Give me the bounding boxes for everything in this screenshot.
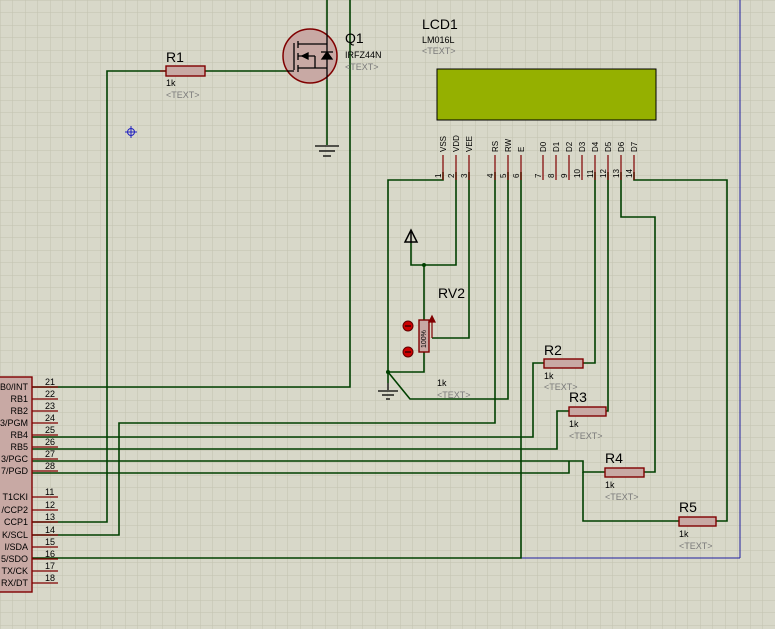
rv2-ref: RV2 — [438, 285, 465, 301]
mcu-pin-name: B0/INT — [0, 382, 28, 392]
lcd-pin-number: 10 — [573, 169, 582, 178]
lcd-pin-name: RS — [491, 141, 500, 152]
q1-text: <TEXT> — [345, 62, 379, 72]
mcu-pin-name: 3/PGC — [1, 454, 29, 464]
rv2-text: <TEXT> — [437, 390, 471, 400]
mcu-pin-name: CCP1 — [4, 517, 28, 527]
mcu-pin-number: 23 — [45, 401, 55, 411]
mcu-pin-name: T1CKI — [2, 492, 28, 502]
lcd-pin-number: 5 — [499, 173, 508, 178]
lcd-pin-number: 1 — [434, 173, 443, 178]
lcd-pin-name: D6 — [617, 141, 626, 152]
lcd-pin-name: E — [517, 147, 526, 152]
r2-ref: R2 — [544, 342, 562, 358]
mcu-pin-name: RB2 — [10, 406, 28, 416]
lcd-pin-number: 14 — [625, 169, 634, 178]
r3-ref: R3 — [569, 389, 587, 405]
lcd-pin-name: D0 — [539, 141, 548, 152]
mcu-pin-name: RX/DT — [1, 578, 29, 588]
mcu-pin-name: 3/PGM — [0, 418, 28, 428]
rv2-value: 1k — [437, 378, 447, 388]
r4-value: 1k — [605, 480, 615, 490]
mcu-pin-number: 28 — [45, 461, 55, 471]
mcu-pin-name: 7/PGD — [1, 466, 29, 476]
r4-ref: R4 — [605, 450, 623, 466]
lcd-pin-number: 7 — [534, 173, 543, 178]
mcu-pin-name: RB5 — [10, 442, 28, 452]
lcd-ref: LCD1 — [422, 16, 458, 32]
r3-text: <TEXT> — [569, 431, 603, 441]
lcd-pin-name: D4 — [591, 141, 600, 152]
lcd-screen — [436, 68, 657, 121]
mcu-pin-number: 24 — [45, 413, 55, 423]
mcu-pin-number: 22 — [45, 389, 55, 399]
lcd-pin-name: D3 — [578, 141, 587, 152]
mcu-pin-number: 25 — [45, 425, 55, 435]
mcu-pin-name: TX/CK — [1, 566, 28, 576]
lcd-pin-number: 4 — [486, 173, 495, 178]
mcu-pin-number: 11 — [45, 487, 54, 497]
lcd-pin-name: VSS — [439, 136, 448, 152]
lcd-pin-number: 6 — [512, 173, 521, 178]
mcu-pin-name: 5/SDO — [1, 554, 28, 564]
mcu-pin-number: 15 — [45, 537, 55, 547]
lcd-pin-name: RW — [504, 138, 513, 152]
lcd-text: <TEXT> — [422, 46, 456, 56]
lcd-pin-name: VEE — [465, 136, 474, 152]
lcd-pin-name: VDD — [452, 135, 461, 152]
rv2-percent: 100% — [421, 330, 428, 348]
r1-text: <TEXT> — [166, 90, 200, 100]
lcd-pin-number: 12 — [599, 169, 608, 178]
mcu-pin-name: RB4 — [10, 430, 28, 440]
mcu-pin-number: 18 — [45, 573, 55, 583]
lcd-pin-name: D5 — [604, 141, 613, 152]
mcu-pin-number: 21 — [45, 377, 55, 387]
lcd-pin-name: D2 — [565, 141, 574, 152]
schematic-canvas[interactable]: Q1 IRFZ44N <TEXT> R1 1k <TEXT> LCD1 LM01… — [0, 0, 775, 629]
lcd-pin-number: 2 — [447, 173, 456, 178]
lcd-pin-number: 11 — [586, 169, 595, 178]
r5-value: 1k — [679, 529, 689, 539]
r2-value: 1k — [544, 371, 554, 381]
mcu-pin-number: 13 — [45, 512, 55, 522]
lcd-pin-number: 8 — [547, 173, 556, 178]
junction-dot — [422, 263, 426, 267]
mcu-pin-number: 27 — [45, 449, 55, 459]
mcu-pin-name: RB1 — [10, 394, 28, 404]
lcd-pin-number: 3 — [460, 173, 469, 178]
mcu-pin-number: 16 — [45, 549, 55, 559]
lcd-pin-number: 9 — [560, 173, 569, 178]
mcu-pin-number: 12 — [45, 500, 55, 510]
mcu-pin-number: 14 — [45, 525, 55, 535]
r5-ref: R5 — [679, 499, 697, 515]
mcu-pin-number: 26 — [45, 437, 55, 447]
r5-text: <TEXT> — [679, 541, 713, 551]
mcu-pin-name: K/SCL — [2, 530, 28, 540]
junction-dot — [386, 370, 390, 374]
r1-ref: R1 — [166, 49, 184, 65]
r4-text: <TEXT> — [605, 492, 639, 502]
lcd-pin-number: 13 — [612, 169, 621, 178]
mcu-pin-name: I/SDA — [4, 542, 28, 552]
q1-ref: Q1 — [345, 30, 364, 46]
mcu-pin-number: 17 — [45, 561, 55, 571]
mcu-pin-name: /CCP2 — [1, 505, 28, 515]
lcd-part: LM016L — [422, 35, 455, 45]
r3-value: 1k — [569, 419, 579, 429]
lcd-pin-name: D1 — [552, 141, 561, 152]
r1-value: 1k — [166, 78, 176, 88]
q1-part: IRFZ44N — [345, 50, 382, 60]
lcd-pin-name: D7 — [630, 141, 639, 152]
